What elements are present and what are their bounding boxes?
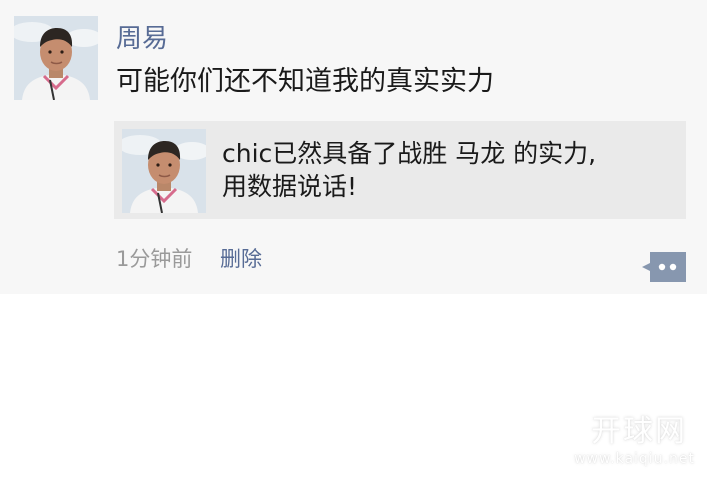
shared-link-card[interactable]: chic已然具备了战胜 马龙 的实力, 用数据说话! xyxy=(114,121,686,219)
shared-link-title-line-2: 用数据说话! xyxy=(222,172,358,201)
moment-post: 周易 可能你们还不知道我的真实实力 chic已然具备了战胜 马龙 的实力, 用数… xyxy=(0,0,707,294)
avatar-photo-icon xyxy=(14,16,98,100)
author-avatar[interactable] xyxy=(14,16,98,100)
thumbnail-photo-icon xyxy=(122,129,206,213)
comment-button[interactable] xyxy=(642,252,686,282)
shared-link-thumbnail xyxy=(122,129,206,213)
author-name[interactable]: 周易 xyxy=(116,22,168,56)
watermark-url: www.kaiqiu.net xyxy=(574,451,695,467)
comment-icon xyxy=(642,252,686,282)
watermark-title: 开球网 xyxy=(591,414,687,449)
delete-button[interactable]: 删除 xyxy=(220,244,262,274)
post-text: 可能你们还不知道我的真实实力 xyxy=(116,66,494,97)
shared-link-title-line-1: chic已然具备了战胜 马龙 的实力, xyxy=(222,139,597,168)
shared-link-title: chic已然具备了战胜 马龙 的实力, 用数据说话! xyxy=(222,137,642,203)
post-time: 1分钟前 xyxy=(116,247,193,271)
site-watermark: 开球网 www.kaiqiu.net xyxy=(545,414,695,468)
